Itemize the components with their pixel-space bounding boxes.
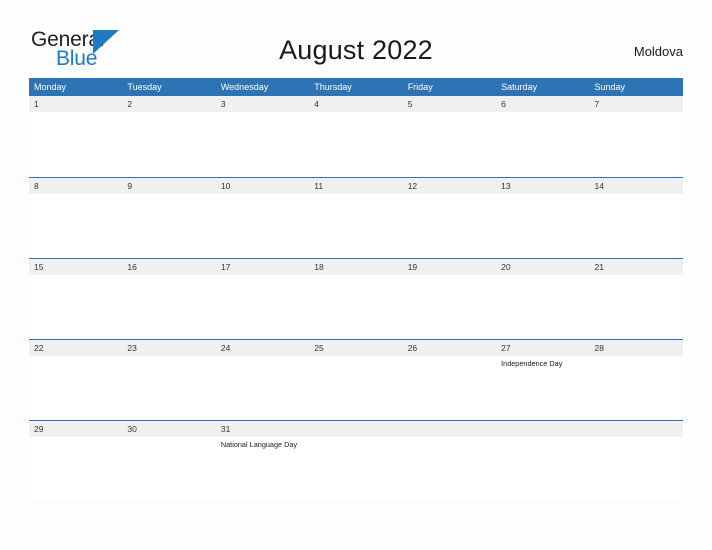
day-number [589, 421, 683, 437]
calendar-week-row: 1234567 [29, 96, 683, 177]
day-cell-31[interactable]: 31 National Language Day [215, 421, 310, 501]
day-cell-3[interactable]: 3 [215, 96, 310, 177]
day-number: 6 [496, 96, 590, 112]
day-cell-23[interactable]: 23 [122, 340, 216, 420]
day-number: 27 [496, 340, 590, 356]
day-number: 19 [402, 259, 497, 275]
weekday-header-row: Monday Tuesday Wednesday Thursday Friday Satu… [29, 78, 683, 96]
day-cell-27[interactable]: 27 Independence Day [496, 340, 590, 420]
day-cell-18[interactable]: 18 [309, 259, 403, 339]
country-label: Moldova [633, 44, 683, 59]
day-number: 21 [589, 259, 683, 275]
day-cell-21[interactable]: 21 [589, 259, 683, 339]
day-cell-17[interactable]: 17 [215, 259, 310, 339]
day-cell-11[interactable]: 11 [309, 178, 403, 258]
day-cell-16[interactable]: 16 [122, 259, 216, 339]
day-number: 28 [589, 340, 683, 356]
day-number: 2 [122, 96, 216, 112]
day-number: 26 [402, 340, 497, 356]
day-cell-empty[interactable] [496, 421, 590, 501]
day-cell-20[interactable]: 20 [496, 259, 590, 339]
day-number: 1 [29, 96, 123, 112]
day-cell-empty[interactable] [309, 421, 403, 501]
day-number: 5 [402, 96, 497, 112]
day-cell-13[interactable]: 13 [496, 178, 590, 258]
weekday-header-thursday: Thursday [314, 82, 352, 92]
day-cell-9[interactable]: 9 [122, 178, 216, 258]
day-cell-7[interactable]: 7 [589, 96, 683, 177]
day-number [309, 421, 403, 437]
day-number: 8 [29, 178, 123, 194]
day-number: 31 [215, 421, 310, 437]
day-number: 11 [309, 178, 403, 194]
day-number: 15 [29, 259, 123, 275]
day-number: 4 [309, 96, 403, 112]
day-number: 25 [309, 340, 403, 356]
weekday-header-friday: Friday [407, 82, 433, 92]
day-number: 22 [29, 340, 123, 356]
day-number: 24 [215, 340, 310, 356]
weekday-header-sunday: Sunday [594, 82, 626, 92]
holiday-label: Independence Day [501, 359, 563, 368]
day-number [496, 421, 590, 437]
day-cell-1[interactable]: 1 [29, 96, 123, 177]
weekday-header-wednesday: Wednesday [220, 82, 269, 92]
day-number: 3 [215, 96, 310, 112]
day-cell-15[interactable]: 15 [29, 259, 123, 339]
day-number: 7 [589, 96, 683, 112]
day-cell-19[interactable]: 19 [402, 259, 497, 339]
calendar-grid: Monday Tuesday Wednesday Thursday Friday Satu… [29, 78, 683, 501]
day-cell-empty[interactable] [589, 421, 683, 501]
day-number: 23 [122, 340, 216, 356]
day-number: 14 [589, 178, 683, 194]
day-number: 18 [309, 259, 403, 275]
day-cell-4[interactable]: 4 [309, 96, 403, 177]
day-number: 29 [29, 421, 123, 437]
day-number [402, 421, 497, 437]
day-number: 12 [402, 178, 497, 194]
day-number: 30 [122, 421, 216, 437]
day-cell-2[interactable]: 2 [122, 96, 216, 177]
holiday-label: National Language Day [220, 440, 298, 449]
calendar-week-row: 8 9 10 11 12 13 14 [29, 177, 683, 258]
day-number: 9 [122, 178, 216, 194]
weekday-header-monday: Monday [34, 82, 67, 92]
page-header: General Blue August 2022 Moldova [0, 0, 712, 78]
day-number: 20 [496, 259, 590, 275]
weekday-header-saturday: Saturday [501, 82, 538, 92]
day-cell-28[interactable]: 28 [589, 340, 683, 420]
calendar-week-row: 15 16 17 18 19 20 21 [29, 258, 683, 339]
calendar-week-row: 29 30 31 National Language Day [29, 420, 683, 501]
day-number: 17 [215, 259, 310, 275]
day-cell-empty[interactable] [402, 421, 497, 501]
day-cell-22[interactable]: 22 [29, 340, 123, 420]
day-cell-14[interactable]: 14 [589, 178, 683, 258]
day-cell-25[interactable]: 25 [309, 340, 403, 420]
page-title: August 2022 [279, 35, 433, 65]
day-cell-26[interactable]: 26 [402, 340, 497, 420]
day-cell-5[interactable]: 5 [402, 96, 497, 177]
calendar-weeks: 1 2 3 4 5 6 7 8 9 10 11 12 13 14 15 16 17 18 19 20 21 22 23 24 2… [29, 96, 683, 501]
day-cell-30[interactable]: 30 [122, 421, 216, 501]
day-number: 16 [122, 259, 216, 275]
day-number: 13 [496, 178, 590, 194]
calendar-week-row: 22 23 24 25 26 27 Independence Day 28 [29, 339, 683, 420]
calendar-page: General Blue August 2022 Moldova Monday T… [0, 0, 712, 550]
day-cell-10[interactable]: 10 [215, 178, 310, 258]
weekday-header-tuesday: Tuesday [127, 82, 162, 92]
day-cell-12[interactable]: 12 [402, 178, 497, 258]
day-cell-6[interactable]: 6 [496, 96, 590, 177]
day-cell-24[interactable]: 24 [215, 340, 310, 420]
day-cell-29[interactable]: 29 [29, 421, 123, 501]
day-cell-8[interactable]: 8 [29, 178, 123, 258]
day-number: 10 [215, 178, 310, 194]
